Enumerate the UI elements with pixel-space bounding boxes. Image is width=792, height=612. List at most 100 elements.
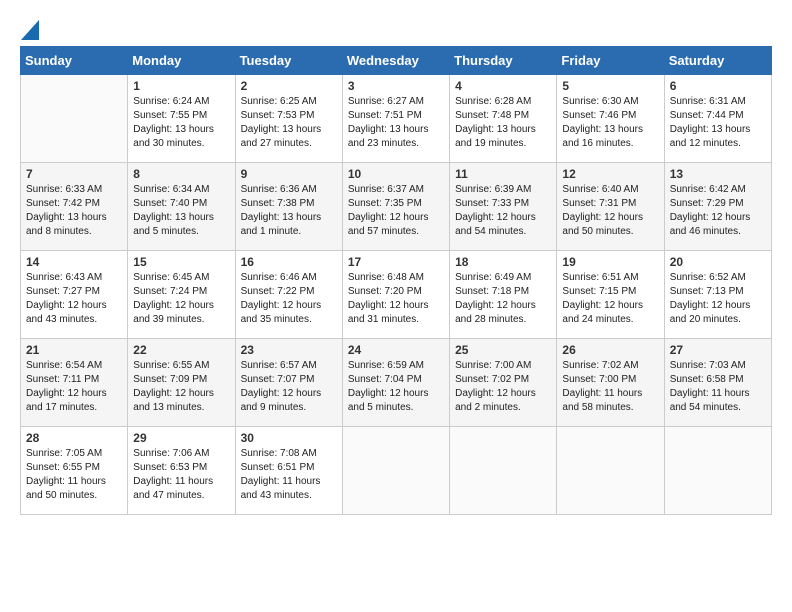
day-info: Sunrise: 6:48 AM Sunset: 7:20 PM Dayligh… (348, 271, 444, 327)
day-info: Sunrise: 7:06 AM Sunset: 6:53 PM Dayligh… (133, 447, 229, 503)
day-number: 19 (562, 255, 658, 269)
page-header (20, 20, 772, 36)
calendar-cell: 20 Sunrise: 6:52 AM Sunset: 7:13 PM Dayli… (664, 251, 771, 339)
day-info: Sunrise: 6:51 AM Sunset: 7:15 PM Dayligh… (562, 271, 658, 327)
day-info: Sunrise: 6:33 AM Sunset: 7:42 PM Dayligh… (26, 183, 122, 239)
logo (20, 20, 40, 36)
calendar-cell: 19 Sunrise: 6:51 AM Sunset: 7:15 PM Dayli… (557, 251, 664, 339)
day-number: 6 (670, 79, 766, 93)
calendar-week-5: 28 Sunrise: 7:05 AM Sunset: 6:55 PM Dayli… (21, 427, 772, 515)
header-day-saturday: Saturday (664, 47, 771, 75)
day-info: Sunrise: 6:45 AM Sunset: 7:24 PM Dayligh… (133, 271, 229, 327)
day-number: 30 (241, 431, 337, 445)
calendar-cell: 1 Sunrise: 6:24 AM Sunset: 7:55 PM Daylig… (128, 75, 235, 163)
day-number: 15 (133, 255, 229, 269)
day-number: 28 (26, 431, 122, 445)
day-number: 16 (241, 255, 337, 269)
day-info: Sunrise: 6:36 AM Sunset: 7:38 PM Dayligh… (241, 183, 337, 239)
logo-triangle-icon (21, 20, 39, 40)
day-number: 8 (133, 167, 229, 181)
calendar-cell (664, 427, 771, 515)
header-day-monday: Monday (128, 47, 235, 75)
day-number: 2 (241, 79, 337, 93)
day-info: Sunrise: 6:24 AM Sunset: 7:55 PM Dayligh… (133, 95, 229, 151)
calendar-cell: 25Sunrise: 7:00 AM Sunset: 7:02 PM Dayli… (450, 339, 557, 427)
calendar-cell: 21 Sunrise: 6:54 AM Sunset: 7:11 PM Dayli… (21, 339, 128, 427)
calendar-cell: 5 Sunrise: 6:30 AM Sunset: 7:46 PM Daylig… (557, 75, 664, 163)
header-day-thursday: Thursday (450, 47, 557, 75)
day-number: 26 (562, 343, 658, 357)
calendar-cell: 24 Sunrise: 6:59 AM Sunset: 7:04 PM Dayli… (342, 339, 449, 427)
calendar-cell: 18Sunrise: 6:49 AM Sunset: 7:18 PM Dayli… (450, 251, 557, 339)
day-info: Sunrise: 7:02 AM Sunset: 7:00 PM Dayligh… (562, 359, 658, 415)
day-info: Sunrise: 6:25 AM Sunset: 7:53 PM Dayligh… (241, 95, 337, 151)
calendar-cell: 16 Sunrise: 6:46 AM Sunset: 7:22 PM Dayli… (235, 251, 342, 339)
calendar-cell (342, 427, 449, 515)
calendar-cell: 4 Sunrise: 6:28 AM Sunset: 7:48 PM Daylig… (450, 75, 557, 163)
day-info: Sunrise: 6:39 AM Sunset: 7:33 PM Dayligh… (455, 183, 551, 239)
day-info: Sunrise: 6:55 AM Sunset: 7:09 PM Dayligh… (133, 359, 229, 415)
day-info: Sunrise: 6:57 AM Sunset: 7:07 PM Dayligh… (241, 359, 337, 415)
calendar-cell: 7 Sunrise: 6:33 AM Sunset: 7:42 PM Daylig… (21, 163, 128, 251)
day-number: 4 (455, 79, 551, 93)
day-info: Sunrise: 6:52 AM Sunset: 7:13 PM Dayligh… (670, 271, 766, 327)
calendar-cell: 30 Sunrise: 7:08 AM Sunset: 6:51 PM Dayli… (235, 427, 342, 515)
day-info: Sunrise: 6:54 AM Sunset: 7:11 PM Dayligh… (26, 359, 122, 415)
calendar-cell: 8 Sunrise: 6:34 AM Sunset: 7:40 PM Daylig… (128, 163, 235, 251)
calendar-cell: 29 Sunrise: 7:06 AM Sunset: 6:53 PM Dayli… (128, 427, 235, 515)
day-info: Sunrise: 6:49 AM Sunset: 7:18 PM Dayligh… (455, 271, 551, 327)
day-info: Sunrise: 6:42 AM Sunset: 7:29 PM Dayligh… (670, 183, 766, 239)
calendar-cell: 6 Sunrise: 6:31 AM Sunset: 7:44 PM Daylig… (664, 75, 771, 163)
day-info: Sunrise: 6:27 AM Sunset: 7:51 PM Dayligh… (348, 95, 444, 151)
calendar-header-row: SundayMondayTuesdayWednesdayThursdayFrid… (21, 47, 772, 75)
calendar-week-3: 14 Sunrise: 6:43 AM Sunset: 7:27 PM Dayli… (21, 251, 772, 339)
day-number: 20 (670, 255, 766, 269)
calendar-cell: 11 Sunrise: 6:39 AM Sunset: 7:33 PM Dayli… (450, 163, 557, 251)
calendar-cell (557, 427, 664, 515)
header-day-tuesday: Tuesday (235, 47, 342, 75)
calendar-cell: 9 Sunrise: 6:36 AM Sunset: 7:38 PM Daylig… (235, 163, 342, 251)
day-number: 10 (348, 167, 444, 181)
calendar-cell: 23 Sunrise: 6:57 AM Sunset: 7:07 PM Dayli… (235, 339, 342, 427)
day-number: 13 (670, 167, 766, 181)
day-info: Sunrise: 6:43 AM Sunset: 7:27 PM Dayligh… (26, 271, 122, 327)
day-number: 23 (241, 343, 337, 357)
day-number: 17 (348, 255, 444, 269)
day-info: Sunrise: 6:31 AM Sunset: 7:44 PM Dayligh… (670, 95, 766, 151)
day-number: 5 (562, 79, 658, 93)
calendar-cell: 22 Sunrise: 6:55 AM Sunset: 7:09 PM Dayli… (128, 339, 235, 427)
calendar-cell (450, 427, 557, 515)
calendar-cell: 14 Sunrise: 6:43 AM Sunset: 7:27 PM Dayli… (21, 251, 128, 339)
day-info: Sunrise: 7:05 AM Sunset: 6:55 PM Dayligh… (26, 447, 122, 503)
day-info: Sunrise: 7:03 AM Sunset: 6:58 PM Dayligh… (670, 359, 766, 415)
calendar-week-4: 21 Sunrise: 6:54 AM Sunset: 7:11 PM Dayli… (21, 339, 772, 427)
day-number: 14 (26, 255, 122, 269)
day-number: 25 (455, 343, 551, 357)
day-info: Sunrise: 7:08 AM Sunset: 6:51 PM Dayligh… (241, 447, 337, 503)
calendar-cell: 28 Sunrise: 7:05 AM Sunset: 6:55 PM Dayli… (21, 427, 128, 515)
day-number: 7 (26, 167, 122, 181)
day-info: Sunrise: 6:46 AM Sunset: 7:22 PM Dayligh… (241, 271, 337, 327)
day-info: Sunrise: 6:30 AM Sunset: 7:46 PM Dayligh… (562, 95, 658, 151)
day-info: Sunrise: 6:34 AM Sunset: 7:40 PM Dayligh… (133, 183, 229, 239)
day-number: 24 (348, 343, 444, 357)
calendar-cell: 2 Sunrise: 6:25 AM Sunset: 7:53 PM Daylig… (235, 75, 342, 163)
header-day-sunday: Sunday (21, 47, 128, 75)
calendar-table: SundayMondayTuesdayWednesdayThursdayFrid… (20, 46, 772, 515)
day-number: 12 (562, 167, 658, 181)
day-number: 22 (133, 343, 229, 357)
day-info: Sunrise: 6:28 AM Sunset: 7:48 PM Dayligh… (455, 95, 551, 151)
day-number: 29 (133, 431, 229, 445)
calendar-week-2: 7 Sunrise: 6:33 AM Sunset: 7:42 PM Daylig… (21, 163, 772, 251)
calendar-cell: 17 Sunrise: 6:48 AM Sunset: 7:20 PM Dayli… (342, 251, 449, 339)
calendar-cell: 15 Sunrise: 6:45 AM Sunset: 7:24 PM Dayli… (128, 251, 235, 339)
calendar-cell (21, 75, 128, 163)
day-number: 1 (133, 79, 229, 93)
day-info: Sunrise: 6:59 AM Sunset: 7:04 PM Dayligh… (348, 359, 444, 415)
day-number: 21 (26, 343, 122, 357)
calendar-week-1: 1 Sunrise: 6:24 AM Sunset: 7:55 PM Daylig… (21, 75, 772, 163)
day-number: 9 (241, 167, 337, 181)
day-number: 3 (348, 79, 444, 93)
day-info: Sunrise: 6:40 AM Sunset: 7:31 PM Dayligh… (562, 183, 658, 239)
day-number: 11 (455, 167, 551, 181)
